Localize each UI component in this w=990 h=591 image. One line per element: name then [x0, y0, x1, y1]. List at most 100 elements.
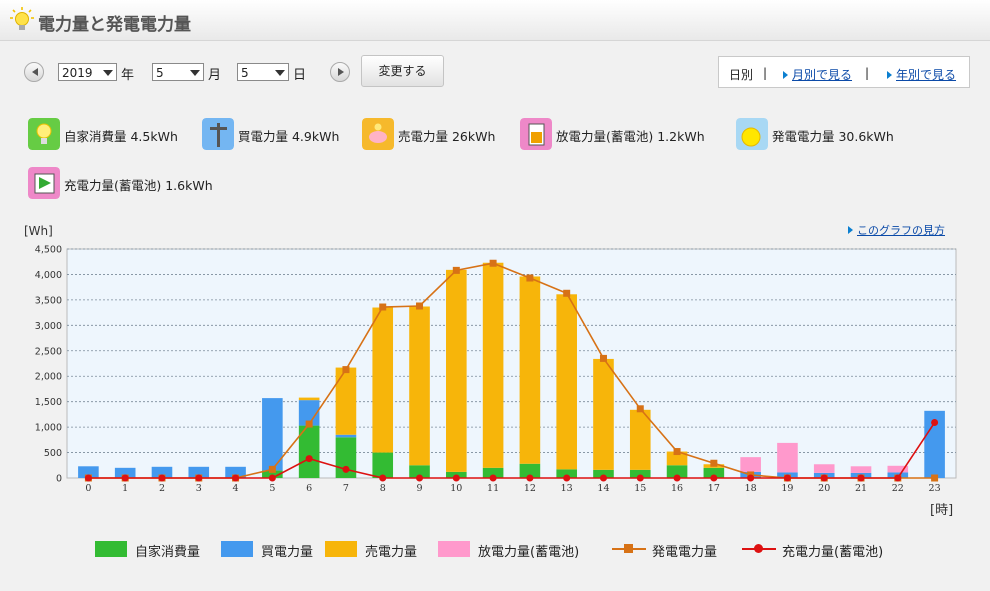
lightbulb-icon	[28, 118, 60, 150]
line-point	[526, 274, 534, 282]
bar-segment	[519, 276, 541, 464]
line-point	[783, 474, 791, 482]
line-point	[342, 465, 350, 473]
day-value: 5	[241, 66, 249, 80]
line-point	[342, 366, 350, 374]
y-tick-label: 3,000	[35, 321, 62, 332]
bar-segment	[335, 367, 357, 435]
x-tick-label: 15	[634, 483, 646, 494]
next-day-button[interactable]	[330, 62, 350, 82]
line-point	[305, 420, 313, 428]
y-tick-label: 2,500	[35, 346, 62, 357]
year-unit: 年	[121, 68, 135, 83]
lightbulb-icon	[10, 7, 34, 30]
x-tick-label: 3	[196, 483, 202, 494]
bar-segment	[298, 397, 320, 401]
bar-segment	[335, 434, 357, 438]
line-point	[305, 455, 313, 463]
line-point	[416, 474, 424, 482]
x-tick-label: 8	[380, 483, 386, 494]
y-axis-label: [Wh]	[24, 224, 53, 238]
view-year-link[interactable]: 年別で見る	[896, 68, 956, 82]
x-tick-label: 11	[487, 483, 499, 494]
x-tick-label: 23	[929, 483, 941, 494]
line-point	[232, 474, 240, 482]
line-point	[416, 302, 424, 310]
x-tick-label: 0	[85, 483, 91, 494]
line-point	[894, 474, 902, 482]
x-axis-label: [時]	[930, 503, 953, 518]
line-point	[710, 474, 718, 482]
battery-charge-icon	[28, 167, 60, 199]
year-select[interactable]: 2019	[58, 63, 117, 81]
utility-pole-icon	[202, 118, 234, 150]
line-point	[599, 474, 607, 482]
line-point	[931, 474, 939, 482]
bar-segment	[409, 306, 430, 466]
y-tick-label: 4,000	[35, 270, 62, 281]
line-point	[857, 474, 865, 482]
bar-segment	[740, 457, 761, 472]
line-point	[820, 474, 828, 482]
line-point	[121, 474, 129, 482]
line-point	[563, 474, 571, 482]
x-tick-label: 1	[122, 483, 128, 494]
bar-segment	[813, 464, 835, 473]
year-value: 2019	[62, 66, 93, 80]
y-tick-label: 1,000	[35, 423, 62, 434]
bar-segment	[777, 442, 798, 473]
day-select[interactable]: 5	[237, 63, 289, 81]
line-point	[489, 259, 497, 267]
x-tick-label: 10	[450, 483, 462, 494]
piggy-bank-icon	[362, 118, 394, 150]
view-switcher: 日別 | 月別で見る | 年別で見る	[718, 56, 970, 88]
line-point	[526, 474, 534, 482]
x-tick-label: 4	[233, 483, 239, 494]
month-value: 5	[156, 66, 164, 80]
y-tick-label: 0	[56, 474, 62, 485]
y-tick-label: 500	[44, 448, 62, 459]
line-point	[673, 474, 681, 482]
x-tick-label: 16	[671, 483, 683, 494]
month-select[interactable]: 5	[152, 63, 204, 81]
day-unit: 日	[293, 68, 307, 83]
x-tick-label: 14	[597, 483, 609, 494]
month-unit: 月	[208, 68, 222, 83]
x-tick-label: 5	[269, 483, 275, 494]
line-point	[673, 448, 681, 456]
battery-discharge-icon	[520, 118, 552, 150]
bar-segment	[556, 294, 577, 470]
x-tick-label: 7	[343, 483, 349, 494]
plot-area	[66, 248, 957, 479]
line-point	[452, 474, 460, 482]
view-daily-label: 日別	[729, 68, 754, 82]
x-tick-label: 12	[524, 483, 536, 494]
bar-segment	[482, 262, 504, 468]
bar-segment	[372, 452, 394, 478]
x-tick-label: 20	[818, 483, 830, 494]
line-point	[636, 474, 644, 482]
prev-day-button[interactable]	[24, 62, 44, 82]
x-tick-label: 21	[855, 483, 867, 494]
line-point	[599, 354, 607, 362]
bar-segment	[446, 269, 467, 472]
view-month-link[interactable]: 月別で見る	[792, 68, 852, 82]
energy-chart: 0 500 1,000 1,500 2,000 2,500 3,000 3,500 4,000 4…	[24, 224, 957, 518]
x-tick-label: 22	[892, 483, 904, 494]
x-tick-label: 2	[159, 483, 165, 494]
line-point	[710, 459, 718, 467]
y-tick-label: 2,000	[35, 372, 62, 383]
bar-segment	[850, 466, 872, 473]
line-point	[84, 474, 92, 482]
line-point	[158, 474, 166, 482]
line-point	[379, 474, 387, 482]
line-point	[563, 289, 571, 297]
line-point	[931, 419, 939, 427]
line-point	[636, 405, 644, 413]
bar-segment	[593, 358, 614, 470]
line-point	[489, 474, 497, 482]
sun-icon	[736, 118, 768, 150]
change-button[interactable]: 変更する	[361, 55, 444, 87]
line-point	[379, 303, 387, 311]
title-bar: 電力量と発電電力量	[0, 0, 990, 41]
